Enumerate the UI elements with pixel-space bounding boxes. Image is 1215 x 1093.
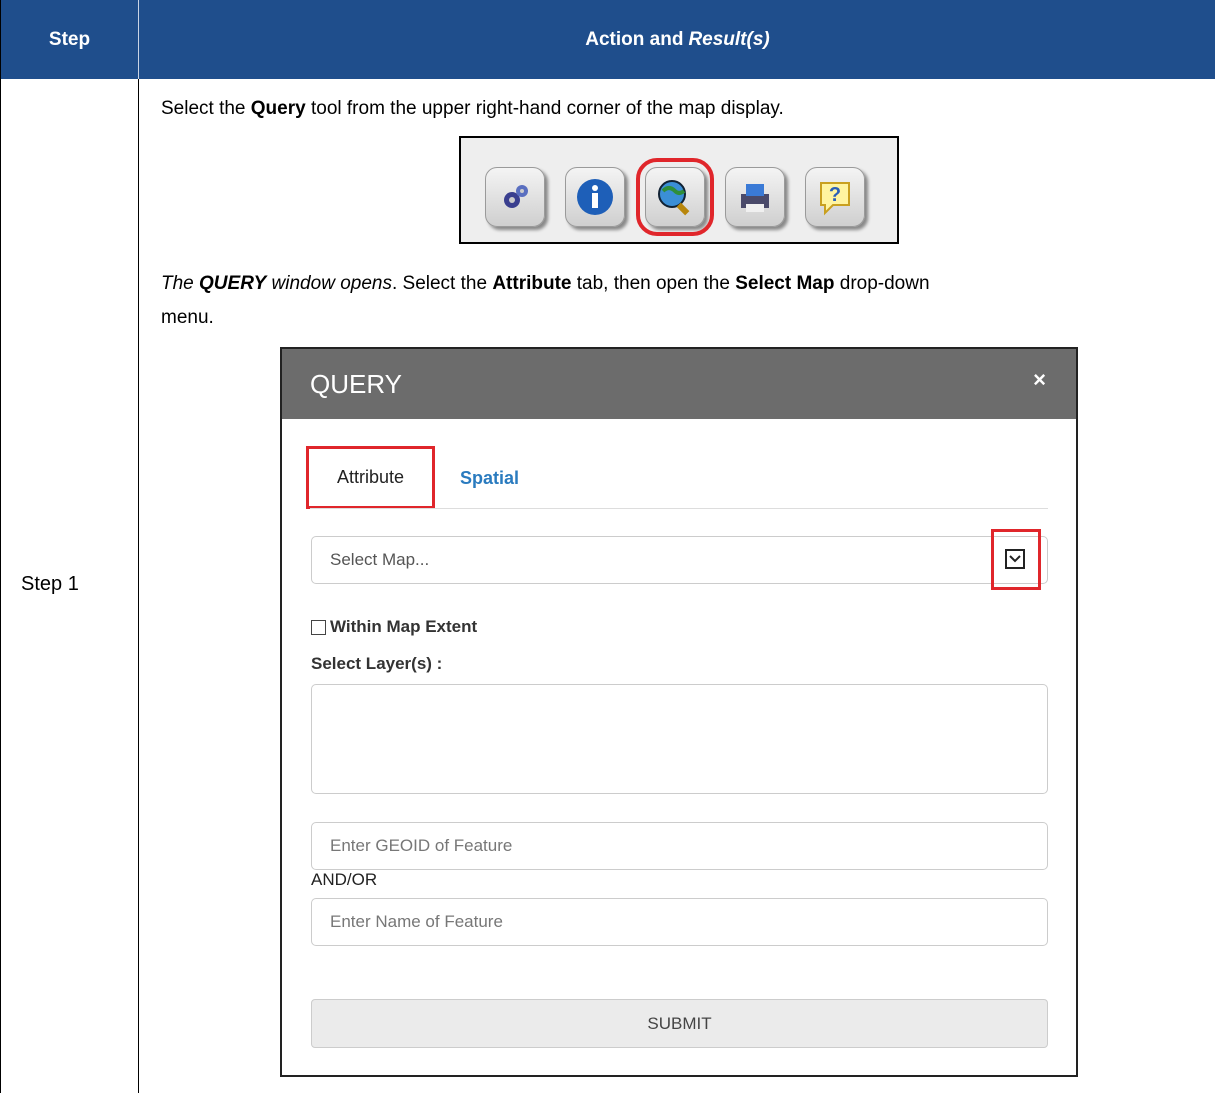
table-header-row: Step Action and Result(s) (1, 0, 1215, 79)
text: Select the (161, 98, 251, 119)
dialog-title-bar: QUERY × (282, 349, 1076, 419)
header-action: Action and Result(s) (138, 0, 1215, 79)
settings-icon[interactable] (485, 167, 545, 227)
help-icon[interactable]: ? (805, 167, 865, 227)
text: The (161, 273, 200, 294)
text: tool from the upper right-hand corner of… (305, 98, 784, 119)
instruction-line-1: Select the Query tool from the upper rig… (161, 95, 784, 122)
within-map-extent-checkbox[interactable] (311, 619, 326, 635)
within-map-extent-label: Within Map Extent (330, 617, 478, 636)
tab-attribute[interactable]: Attribute (306, 446, 435, 509)
text-bold: QUERY (199, 273, 267, 294)
select-map-dropdown[interactable]: Select Map... (311, 536, 1048, 584)
query-dialog: QUERY × Attribute Spatial Select Map... … (280, 347, 1078, 1077)
tab-divider (310, 508, 1048, 509)
tab-spatial[interactable]: Spatial (460, 468, 519, 489)
select-layers-list[interactable] (311, 684, 1048, 794)
header-result-label: Result(s) (688, 28, 770, 50)
map-toolbar: ? (459, 136, 899, 244)
text: drop-down (834, 273, 930, 294)
procedure-table: Step Action and Result(s) Step 1 Select … (0, 0, 1215, 1093)
svg-text:?: ? (829, 184, 841, 206)
dialog-title: QUERY (310, 369, 402, 399)
name-input[interactable]: Enter Name of Feature (311, 898, 1048, 946)
step-number: Step 1 (21, 573, 79, 595)
header-step: Step (1, 0, 138, 79)
select-map-highlight[interactable] (991, 529, 1041, 590)
select-map-placeholder: Select Map... (330, 550, 430, 569)
header-action-label: Action and (585, 28, 684, 50)
geoid-input[interactable]: Enter GEOID of Feature (311, 822, 1048, 870)
select-layers-label: Select Layer(s) : (311, 654, 443, 673)
text-bold: Attribute (492, 273, 572, 294)
text: tab, then open the (571, 273, 736, 294)
text: window opens (266, 273, 392, 294)
chevron-down-icon[interactable] (1005, 549, 1025, 569)
close-icon[interactable]: × (1033, 367, 1046, 393)
submit-button[interactable]: SUBMIT (311, 999, 1048, 1048)
text: . Select the (391, 273, 493, 294)
text-bold: Query (250, 98, 306, 119)
print-icon[interactable] (725, 167, 785, 227)
andor-label: AND/OR (311, 870, 378, 889)
instruction-line-3: menu. (161, 307, 214, 328)
query-icon[interactable] (636, 158, 714, 236)
text-bold: Select Map (735, 273, 835, 294)
info-icon[interactable] (565, 167, 625, 227)
column-divider (138, 79, 139, 1093)
header-step-label: Step (48, 28, 91, 50)
instruction-line-2: The QUERY window opens. Select the Attri… (161, 270, 930, 297)
within-map-extent[interactable]: Within Map Extent (311, 617, 477, 637)
